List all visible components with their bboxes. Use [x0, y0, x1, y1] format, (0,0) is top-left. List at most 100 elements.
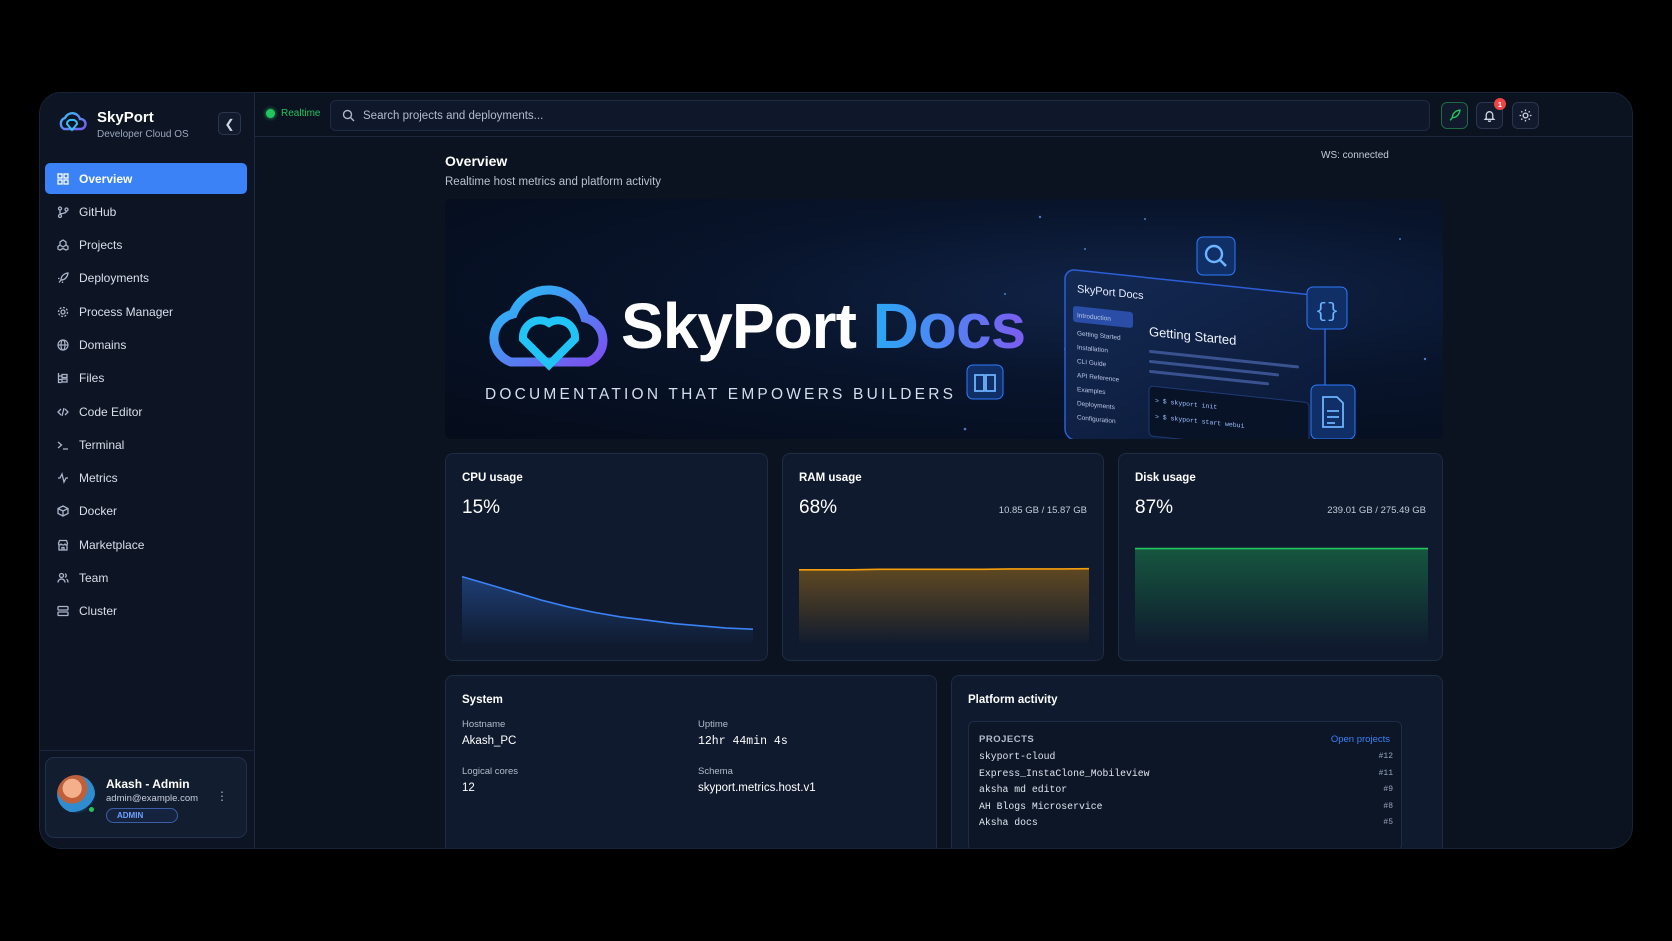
search-tile-icon [1196, 236, 1236, 276]
sidebar-item-docker[interactable]: Docker [45, 496, 247, 527]
store-icon [56, 538, 70, 552]
skyport-cloud-logo-icon [489, 285, 608, 371]
theme-toggle-button[interactable] [1512, 102, 1539, 129]
sidebar-item-overview[interactable]: Overview [45, 163, 247, 194]
status-dot-icon [266, 109, 275, 118]
sidebar-item-code-editor[interactable]: Code Editor [45, 396, 247, 427]
code-icon [56, 405, 70, 419]
disk-sparkline [1135, 547, 1428, 646]
collapse-sidebar-button[interactable]: ❮ [218, 112, 241, 135]
project-name: skyport-cloud [979, 751, 1056, 762]
sidebar-item-domains[interactable]: Domains [45, 329, 247, 360]
ram-usage-card: RAM usage 68% 10.85 GB / 15.87 GB [782, 453, 1104, 661]
uptime-value: 12hr 44min 4s [698, 735, 788, 748]
banner-tagline: DOCUMENTATION THAT EMPOWERS BUILDERS [485, 386, 957, 403]
notifications-button[interactable]: 1 [1476, 98, 1506, 129]
app-window: SkyPort Developer Cloud OS ❮ Overview Gi… [39, 92, 1633, 849]
project-name: Express_InstaClone_Mobileview [979, 767, 1150, 779]
search-input[interactable] [363, 109, 1363, 122]
disk-usage-card: Disk usage 87% 239.01 GB / 275.49 GB [1118, 453, 1443, 661]
system-title: System [462, 694, 503, 706]
hostname-value: Akash_PC [462, 735, 517, 747]
search-icon [342, 109, 355, 122]
uptime-label: Uptime [698, 719, 729, 730]
project-name: aksha md editor [979, 784, 1068, 795]
sidebar-item-process-manager[interactable]: Process Manager [45, 296, 247, 327]
sidebar-item-terminal[interactable]: Terminal [45, 429, 247, 460]
globe-icon [56, 338, 70, 352]
realtime-label: Realtime [281, 108, 321, 119]
files-icon [56, 371, 70, 385]
user-profile-card[interactable]: Akash - Admin admin@example.com ADMIN ⋮ [45, 757, 247, 838]
list-item[interactable]: AH Blogs Microservice #8 [979, 801, 1393, 817]
sidebar-item-label: Metrics [79, 471, 118, 486]
banner-title: SkyPort Docs [621, 289, 1026, 363]
list-item[interactable]: Express_InstaClone_Mobileview #11 [979, 768, 1393, 784]
search-bar[interactable] [330, 100, 1430, 131]
sidebar-item-deployments[interactable]: Deployments [45, 263, 247, 294]
brand-title: SkyPort [97, 108, 154, 126]
activity-title: Platform activity [968, 694, 1058, 706]
project-id: #8 [1383, 801, 1393, 811]
more-vertical-icon[interactable]: ⋮ [216, 789, 228, 803]
cpu-icon [56, 305, 70, 319]
sidebar-item-team[interactable]: Team [45, 563, 247, 594]
sidebar-nav: Overview GitHub Projects Deployments Pro… [45, 163, 247, 629]
hostname-label: Hostname [462, 719, 506, 730]
sidebar-item-label: Projects [79, 238, 123, 253]
sun-icon [1519, 109, 1532, 122]
list-item[interactable]: skyport-cloud #12 [979, 751, 1393, 767]
book-tile-icon [966, 364, 1004, 400]
sidebar-item-label: Overview [79, 171, 133, 186]
sidebar-item-label: Cluster [79, 604, 118, 619]
notification-count-badge: 1 [1494, 98, 1506, 110]
sidebar-item-projects[interactable]: Projects [45, 230, 247, 261]
list-item[interactable]: aksha md editor #9 [979, 784, 1393, 800]
sparkline-area [799, 568, 1089, 646]
project-id: #12 [1378, 752, 1393, 761]
project-name: Aksha docs [979, 817, 1038, 828]
cores-label: Logical cores [462, 766, 518, 777]
docs-window-illustration: SkyPort Docs Introduction Getting Starte… [1064, 269, 1326, 439]
sidebar-item-label: Terminal [79, 437, 125, 452]
terminal-icon [56, 438, 70, 452]
sparkline-line [799, 567, 1090, 571]
braces-tile-icon: {} [1306, 286, 1348, 330]
role-badge: ADMIN [106, 808, 178, 823]
list-item[interactable]: Aksha docs #5 [979, 817, 1393, 833]
sidebar: SkyPort Developer Cloud OS ❮ Overview Gi… [40, 93, 255, 848]
brand[interactable]: SkyPort Developer Cloud OS [55, 107, 189, 141]
sidebar-item-metrics[interactable]: Metrics [45, 463, 247, 494]
main-content: Overview Realtime host metrics and platf… [255, 137, 1632, 848]
cores-value: 12 [462, 782, 475, 794]
realtime-status: Realtime [266, 108, 320, 119]
sidebar-item-marketplace[interactable]: Marketplace [45, 529, 247, 560]
sidebar-item-files[interactable]: Files [45, 363, 247, 394]
profile-email: admin@example.com [106, 793, 199, 804]
sidebar-item-github[interactable]: GitHub [45, 196, 247, 227]
brand-subtitle: Developer Cloud OS [97, 128, 189, 140]
sidebar-divider [40, 750, 255, 751]
rocket-icon [1449, 109, 1461, 121]
page-subtitle: Realtime host metrics and platform activ… [445, 176, 662, 188]
project-id: #9 [1383, 785, 1393, 794]
skyport-logo-icon [59, 112, 87, 132]
open-projects-link[interactable]: Open projects [1331, 734, 1390, 745]
project-id: #5 [1383, 818, 1393, 827]
svg-text:{}: {} [1315, 301, 1339, 324]
project-id: #11 [1378, 768, 1393, 778]
sparkline-area [1135, 548, 1428, 646]
schema-label: Schema [698, 766, 733, 777]
deploy-rocket-button[interactable] [1441, 102, 1468, 129]
sidebar-item-label: Team [79, 571, 109, 586]
cpu-sparkline [461, 575, 754, 646]
system-card: System Hostname Akash_PC Uptime 12hr 44m… [445, 675, 937, 848]
sidebar-item-cluster[interactable]: Cluster [45, 596, 247, 627]
document-tile-icon [1310, 384, 1356, 439]
sidebar-item-label: Deployments [79, 271, 150, 286]
banner-title-accent: Docs [872, 290, 1026, 362]
rocket-icon [56, 271, 70, 285]
docs-banner[interactable]: SkyPort Docs Introduction Getting Starte… [445, 199, 1443, 439]
projects-icon [56, 238, 70, 252]
topbar: Realtime 1 [255, 93, 1632, 137]
